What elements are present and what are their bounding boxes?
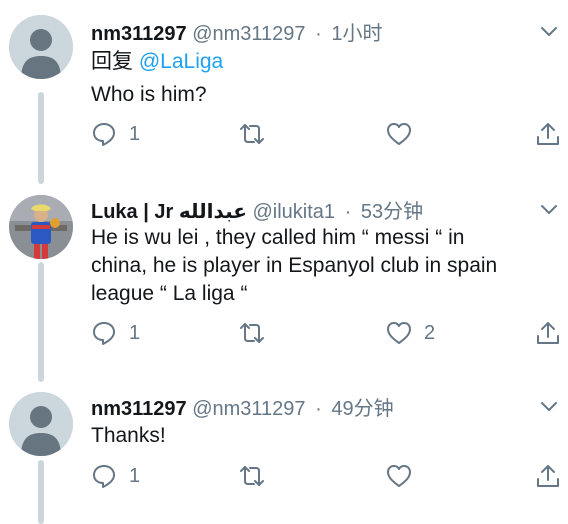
reply-icon [93, 123, 115, 146]
share-icon [537, 465, 559, 487]
display-name[interactable]: Luka | Jr عبدالله [91, 201, 247, 223]
reply-button[interactable]: 1 [91, 121, 140, 147]
heart-icon [387, 123, 411, 145]
reply-button[interactable]: 1 [91, 463, 140, 489]
like-button[interactable] [386, 463, 424, 489]
share-button[interactable] [535, 320, 561, 346]
reply-count: 1 [129, 321, 141, 344]
retweet-icon [240, 124, 264, 144]
default-avatar-icon [9, 15, 73, 79]
avatar[interactable] [9, 392, 73, 456]
retweet-button[interactable] [239, 121, 277, 147]
tweet[interactable]: nm311297 @nm311297 · 49分钟 Thanks! 1 [0, 370, 568, 524]
like-button[interactable] [386, 121, 424, 147]
mention-link[interactable]: @LaLiga [139, 50, 223, 73]
reply-count: 1 [129, 122, 141, 145]
tweet-header: Luka | Jr عبدالله @ilukita1 · 53分钟 [91, 195, 423, 224]
reply-icon [93, 465, 115, 488]
reply-button[interactable]: 1 [91, 320, 140, 346]
default-avatar-icon [9, 392, 73, 456]
share-button[interactable] [535, 463, 561, 489]
tweet-header: nm311297 @nm311297 · 49分钟 [91, 392, 394, 421]
retweet-icon [240, 466, 264, 486]
tweet-text: Thanks! [91, 424, 166, 447]
avatar[interactable] [9, 15, 73, 79]
tweet[interactable]: nm311297 @nm311297 · 1小时 回复 @LaLiga Who … [0, 0, 568, 175]
tweet-actions: 1 [0, 463, 568, 493]
tweet-header: nm311297 @nm311297 · 1小时 [91, 17, 382, 46]
tweet-text-line: He is wu lei , they called him “ messi “… [91, 226, 465, 249]
user-handle[interactable]: @nm311297 [192, 23, 305, 45]
share-icon [537, 322, 559, 344]
separator-dot: · [315, 398, 322, 420]
tweet[interactable]: Luka | Jr عبدالله @ilukita1 · 53分钟 He is… [0, 175, 568, 370]
like-count: 2 [424, 321, 436, 344]
reply-icon [93, 322, 115, 345]
avatar[interactable] [9, 195, 73, 259]
chevron-down-icon[interactable] [540, 22, 558, 40]
separator-dot: · [315, 23, 322, 45]
tweet-text-line: china, he is player in Espanyol club in … [91, 254, 498, 277]
display-name[interactable]: nm311297 [91, 398, 187, 420]
reply-prefix: 回复 [91, 50, 133, 73]
tweet-actions: 1 [0, 121, 568, 151]
retweet-icon [240, 323, 264, 343]
tweet-text-line: league “ La liga “ [91, 282, 248, 305]
display-name[interactable]: nm311297 [91, 23, 187, 45]
chevron-down-icon[interactable] [540, 397, 558, 415]
timestamp[interactable]: 49分钟 [331, 398, 393, 420]
tweet-text: Who is him? [91, 83, 207, 106]
timestamp[interactable]: 1小时 [331, 23, 382, 45]
share-button[interactable] [535, 121, 561, 147]
user-handle[interactable]: @ilukita1 [252, 201, 335, 223]
separator-dot: · [344, 201, 352, 223]
heart-icon [387, 465, 411, 487]
user-handle[interactable]: @nm311297 [192, 398, 305, 420]
heart-icon [387, 322, 411, 344]
user-photo-avatar [9, 195, 73, 259]
like-button[interactable]: 2 [386, 320, 435, 346]
tweet-actions: 1 2 [0, 320, 568, 350]
timestamp[interactable]: 53分钟 [361, 201, 423, 223]
tweet-text: He is wu lei , they called him “ messi “… [91, 224, 538, 308]
reply-count: 1 [129, 464, 141, 487]
retweet-button[interactable] [239, 463, 277, 489]
chevron-down-icon[interactable] [540, 200, 558, 218]
share-icon [537, 123, 559, 145]
reply-context: 回复 @LaLiga [91, 48, 538, 76]
retweet-button[interactable] [239, 320, 277, 346]
